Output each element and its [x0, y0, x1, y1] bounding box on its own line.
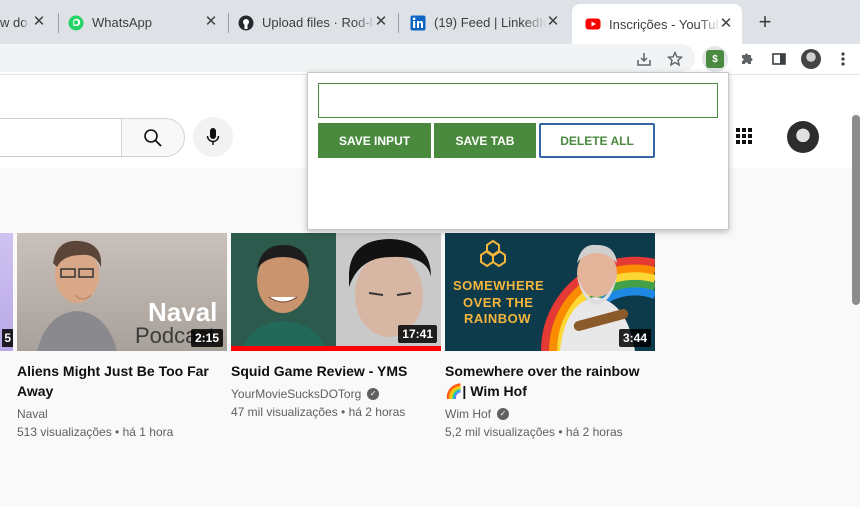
- search-button[interactable]: [121, 118, 185, 157]
- tab-whatsapp[interactable]: WhatsApp ✕: [59, 9, 227, 36]
- tab-github[interactable]: Upload files · Rod-l ✕: [229, 9, 397, 36]
- thumbnail-text: OVER THE: [463, 295, 534, 310]
- channel-name[interactable]: Naval: [17, 407, 227, 421]
- tab-title: (19) Feed | LinkedIn: [434, 15, 546, 30]
- avatar: [801, 49, 821, 69]
- github-icon: [238, 15, 254, 30]
- scrollbar[interactable]: [852, 115, 860, 305]
- video-thumbnail[interactable]: Naval Podcast 2:15: [17, 233, 227, 351]
- tab-title: w do: [0, 15, 28, 30]
- close-icon[interactable]: ✕: [373, 14, 389, 30]
- new-tab-button[interactable]: +: [753, 11, 777, 35]
- tab-linkedin[interactable]: (19) Feed | LinkedIn ✕: [401, 9, 569, 36]
- tab-title: Inscrições - YouTube: [609, 16, 721, 32]
- thumbnail-text: RAINBOW: [464, 311, 532, 326]
- browser-toolbar: $: [0, 44, 860, 74]
- video-card-naval[interactable]: Naval Podcast 2:15 Aliens Might Just Be …: [17, 233, 227, 439]
- tab-strip: w do ✕ WhatsApp ✕ Upload files · Rod-l ✕…: [0, 0, 860, 44]
- side-panel-icon[interactable]: [769, 49, 789, 69]
- video-thumbnail[interactable]: SOMEWHERE OVER THE RAINBOW 3:44: [445, 233, 655, 351]
- channel-label: Naval: [17, 407, 48, 421]
- video-card-wim-hof[interactable]: SOMEWHERE OVER THE RAINBOW 3:44 Somewher…: [445, 233, 655, 439]
- search-input[interactable]: [0, 118, 122, 157]
- video-meta: 5,2 mil visualizações • há 2 horas: [445, 425, 623, 439]
- whatsapp-icon: [68, 15, 84, 30]
- extension-popup: SAVE INPUT SAVE TAB DELETE ALL: [307, 72, 729, 230]
- save-tab-button[interactable]: SAVE TAB: [434, 123, 536, 158]
- account-avatar[interactable]: [787, 121, 819, 153]
- tab-title: WhatsApp: [92, 15, 152, 30]
- tab-title: Upload files · Rod-l: [262, 15, 373, 30]
- verified-icon: ✓: [367, 388, 380, 400]
- video-thumbnail-partial[interactable]: 5: [0, 233, 13, 351]
- channel-name[interactable]: Wim Hof ✓: [445, 407, 655, 421]
- channel-name[interactable]: YourMovieSucksDOTorg ✓: [231, 387, 441, 401]
- save-input-button[interactable]: SAVE INPUT: [318, 123, 431, 158]
- video-title[interactable]: Somewhere over the rainbow 🌈| Wim Hof: [445, 361, 655, 401]
- video-thumbnail[interactable]: 17:41: [231, 233, 441, 351]
- thumbnail-text: SOMEWHERE: [453, 278, 545, 293]
- kebab-menu-icon[interactable]: [833, 49, 853, 69]
- channel-label: Wim Hof: [445, 407, 491, 421]
- delete-all-button[interactable]: DELETE ALL: [539, 123, 655, 158]
- linkedin-icon: [410, 15, 426, 30]
- video-duration: 2:15: [190, 329, 223, 347]
- close-icon[interactable]: ✕: [203, 14, 219, 30]
- search-icon: [144, 128, 162, 147]
- video-title[interactable]: Squid Game Review - YMS: [231, 361, 441, 381]
- download-icon[interactable]: [634, 49, 654, 69]
- video-duration: 17:41: [398, 325, 437, 343]
- microphone-icon: [206, 128, 220, 145]
- bookmark-star-icon[interactable]: [665, 49, 685, 69]
- video-title[interactable]: Aliens Might Just Be Too Far Away: [17, 361, 227, 401]
- close-icon[interactable]: ✕: [545, 14, 561, 30]
- apps-grid-icon[interactable]: [735, 127, 755, 147]
- video-meta: 513 visualizações • há 1 hora: [17, 425, 174, 439]
- tab-separator: [398, 13, 399, 33]
- puzzle-icon[interactable]: [737, 49, 757, 69]
- extension-badge: $: [706, 50, 724, 68]
- tab-youtube-active[interactable]: Inscrições - YouTube ✕: [572, 4, 742, 44]
- voice-search-button[interactable]: [193, 117, 233, 157]
- close-icon[interactable]: ✕: [718, 16, 734, 32]
- address-bar[interactable]: [0, 44, 695, 72]
- video-meta: 47 mil visualizações • há 2 horas: [231, 405, 406, 419]
- extension-dollar-icon[interactable]: $: [702, 46, 728, 72]
- profile-avatar[interactable]: [801, 49, 821, 69]
- popup-text-input[interactable]: [318, 83, 718, 118]
- tab-partial[interactable]: w do ✕: [0, 9, 55, 36]
- video-card-squid-game[interactable]: 17:41 Squid Game Review - YMS YourMovieS…: [231, 233, 441, 419]
- youtube-icon: [585, 18, 601, 30]
- video-duration: 5: [2, 329, 13, 347]
- close-icon[interactable]: ✕: [31, 14, 47, 30]
- channel-label: YourMovieSucksDOTorg: [231, 387, 362, 401]
- verified-icon: ✓: [497, 408, 509, 420]
- video-duration: 3:44: [618, 329, 651, 347]
